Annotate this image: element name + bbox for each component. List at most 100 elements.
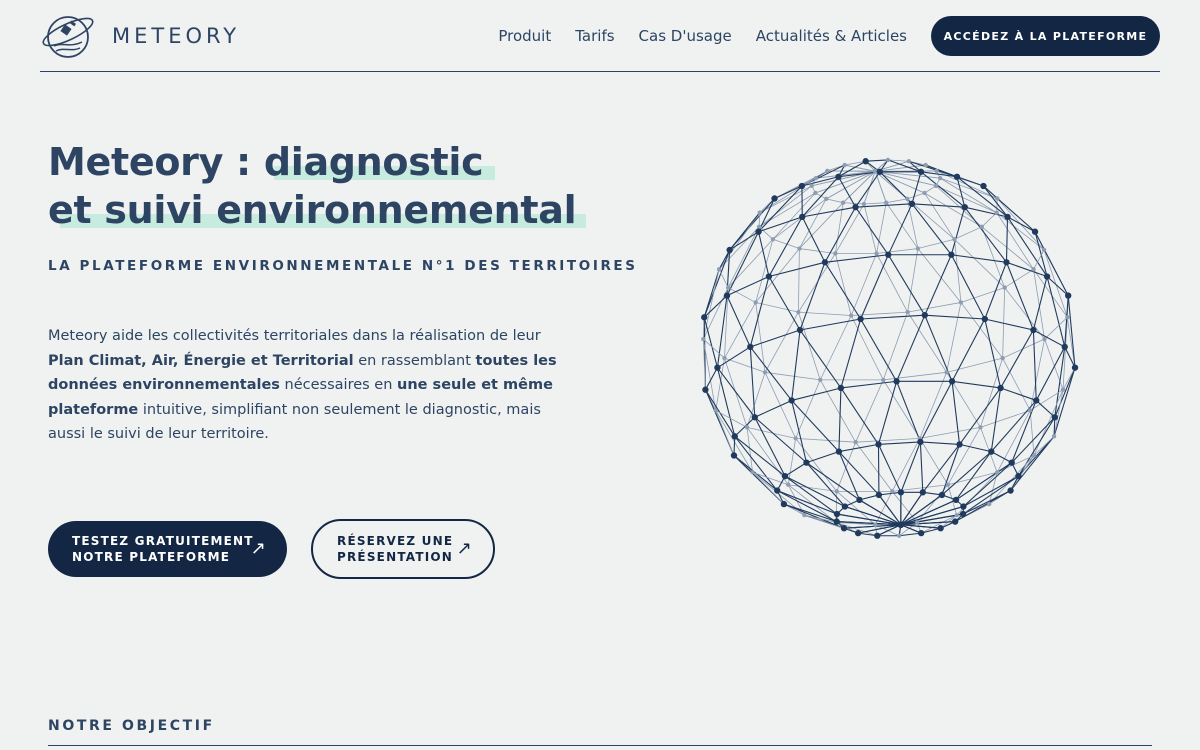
- nav-link-actualites[interactable]: Actualités & Articles: [756, 27, 907, 45]
- globe-edge: [878, 491, 901, 496]
- globe-edge: [715, 410, 735, 456]
- access-platform-button[interactable]: ACCÉDEZ À LA PLATEFORME: [931, 16, 1160, 56]
- globe-edge: [824, 206, 857, 263]
- globe-node: [906, 159, 911, 164]
- globe-node: [915, 246, 921, 251]
- globe-edge: [716, 367, 736, 437]
- globe-edge: [824, 262, 862, 320]
- globe-node: [856, 496, 863, 504]
- nav-link-produit[interactable]: Produit: [498, 27, 551, 45]
- globe-node: [818, 377, 823, 383]
- globe-node: [857, 315, 864, 323]
- globe-node: [1008, 459, 1015, 466]
- globe-edge: [950, 254, 986, 320]
- try-free-label-line1: TESTEZ GRATUITEMENT: [72, 534, 254, 548]
- hero-title-highlight-1: diagnostic: [263, 140, 484, 184]
- globe-node: [953, 173, 961, 180]
- globe-edge: [855, 437, 920, 443]
- nav-link-tarifs[interactable]: Tarifs: [575, 27, 614, 45]
- globe-node: [842, 162, 847, 168]
- globe-node: [893, 378, 900, 385]
- globe-edge: [865, 159, 888, 162]
- globe-node: [1007, 487, 1014, 494]
- globe-edge: [917, 238, 955, 249]
- globe-edge: [907, 302, 961, 313]
- globe-node: [833, 251, 838, 256]
- section-divider: [48, 745, 1152, 746]
- globe-edge: [727, 226, 760, 288]
- globe-node: [840, 200, 846, 205]
- globe-edge: [717, 346, 751, 369]
- globe-edge: [883, 371, 947, 381]
- globe-edge: [1046, 276, 1066, 348]
- globe-edge: [755, 302, 766, 373]
- globe-node: [730, 452, 738, 459]
- globe-node: [797, 246, 802, 251]
- nav-link-cas-usage[interactable]: Cas D'usage: [639, 27, 732, 45]
- globe-node: [716, 267, 722, 272]
- globe-node: [1071, 364, 1079, 371]
- globe-node: [934, 168, 939, 174]
- globe-node: [750, 470, 755, 475]
- book-demo-button[interactable]: RÉSERVEZ UNE PRÉSENTATION ↗: [311, 519, 495, 579]
- globe-edge: [984, 262, 1007, 320]
- globe-edge: [907, 192, 925, 200]
- globe-node: [897, 521, 904, 528]
- globe-node: [824, 196, 829, 202]
- globe-node: [896, 533, 902, 538]
- globe-node: [959, 510, 967, 518]
- globe-node: [1030, 326, 1037, 334]
- logo[interactable]: METEORY: [40, 12, 240, 60]
- globe-node: [897, 489, 905, 496]
- globe-node: [702, 386, 709, 393]
- globe-node: [762, 370, 768, 375]
- globe-node: [849, 313, 854, 318]
- globe-node: [905, 309, 910, 315]
- globe-node: [786, 482, 791, 487]
- globe-edge: [791, 329, 801, 401]
- globe-node: [958, 300, 964, 305]
- globe-edge: [851, 311, 908, 316]
- globe-edge: [887, 254, 926, 316]
- globe-edge: [1033, 329, 1065, 348]
- globe-node: [755, 228, 762, 235]
- globe-node: [1033, 397, 1040, 404]
- globe-node: [884, 200, 889, 205]
- globe-node: [753, 300, 758, 305]
- globe-node: [835, 173, 842, 180]
- globe-edge: [920, 441, 960, 445]
- globe-node: [813, 190, 818, 196]
- globe-edge: [1004, 287, 1045, 340]
- globe-node: [978, 425, 983, 430]
- globe-edge: [919, 441, 924, 493]
- globe-node: [875, 441, 882, 448]
- globe-edge: [764, 311, 799, 373]
- globe-node: [885, 157, 891, 163]
- globe-node: [881, 377, 886, 383]
- globe-edge: [917, 248, 962, 303]
- globe-edge: [1005, 262, 1034, 331]
- globe-node: [852, 203, 859, 211]
- globe-node: [774, 487, 781, 494]
- globe-node: [803, 459, 810, 466]
- globe-node: [834, 489, 839, 494]
- globe-node: [861, 201, 867, 207]
- globe-edge: [799, 262, 826, 331]
- globe-edge: [840, 318, 862, 389]
- globe-edge: [840, 387, 879, 445]
- globe-node: [701, 336, 706, 342]
- globe-node: [961, 203, 968, 211]
- try-free-button[interactable]: TESTEZ GRATUITEMENT NOTRE PLATEFORME ↗: [48, 521, 287, 577]
- globe-edge: [835, 203, 865, 254]
- globe-edge: [959, 387, 1002, 445]
- globe-node: [979, 224, 984, 230]
- globe-node: [1043, 273, 1051, 280]
- globe-node: [1065, 292, 1072, 299]
- globe-node: [781, 472, 789, 480]
- globe-edge: [749, 346, 793, 401]
- globe-node: [921, 311, 928, 319]
- globe-node: [1027, 408, 1033, 413]
- globe-node: [876, 168, 883, 175]
- globe-node: [918, 529, 925, 537]
- globe-edge: [726, 275, 770, 297]
